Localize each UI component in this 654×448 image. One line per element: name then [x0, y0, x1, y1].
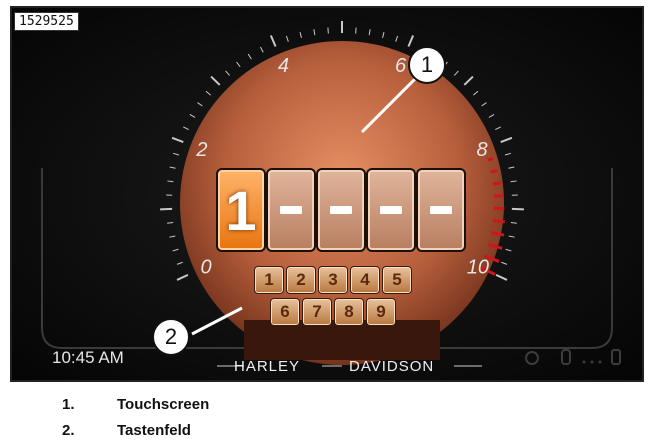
figure-id: 1529525 [14, 12, 79, 31]
keypad-key-1[interactable]: 1 [254, 266, 284, 294]
keypad-key-6[interactable]: 6 [270, 298, 300, 326]
legend: 1. Touchscreen 2. Tastenfeld [0, 384, 654, 448]
tick-mark [167, 222, 174, 224]
instrument-display: 0 2 4 6 8 10 1529525 1 1 2 3 4 5 6 7 8 9 10:4… [10, 6, 644, 382]
dial-label-10: 10 [467, 256, 489, 278]
keypad-key-5[interactable]: 5 [382, 266, 412, 294]
redline-mark [492, 218, 505, 224]
callout-1: 1 [408, 46, 446, 84]
dial-label-6: 6 [395, 55, 407, 77]
keypad-key-9[interactable]: 9 [366, 298, 396, 326]
legend-label: Tastenfeld [117, 422, 191, 439]
tick-mark [510, 222, 517, 224]
keypad-key-2[interactable]: 2 [286, 266, 316, 294]
pin-digit-1[interactable]: 1 [216, 168, 266, 252]
redline-mark [487, 157, 494, 162]
legend-label: Touchscreen [117, 396, 210, 413]
pin-digit-3[interactable] [316, 168, 366, 252]
keypad-key-4[interactable]: 4 [350, 266, 380, 294]
brand-harley: HARLEY [234, 358, 301, 375]
dial-label-8: 8 [476, 139, 487, 161]
legend-number: 1. [62, 396, 75, 413]
dial-label-4: 4 [278, 55, 289, 77]
dial-label-2: 2 [195, 139, 207, 161]
redline-mark [492, 181, 501, 186]
brand-davidson: DAVIDSON [349, 358, 435, 375]
lower-plate [244, 320, 440, 360]
pin-digit-5[interactable] [416, 168, 466, 252]
legend-item-2: 2. Tastenfeld [62, 422, 191, 439]
keypad-key-7[interactable]: 7 [302, 298, 332, 326]
legend-item-1: 1. Touchscreen [62, 396, 209, 413]
keypad-key-8[interactable]: 8 [334, 298, 364, 326]
pin-digit-4[interactable] [366, 168, 416, 252]
clock: 10:45 AM [52, 348, 124, 367]
pin-digit-2[interactable] [266, 168, 316, 252]
redline-mark [490, 169, 498, 174]
keypad-key-3[interactable]: 3 [318, 266, 348, 294]
dial-label-0: 0 [200, 256, 211, 278]
legend-number: 2. [62, 422, 75, 439]
callout-2: 2 [152, 318, 190, 356]
